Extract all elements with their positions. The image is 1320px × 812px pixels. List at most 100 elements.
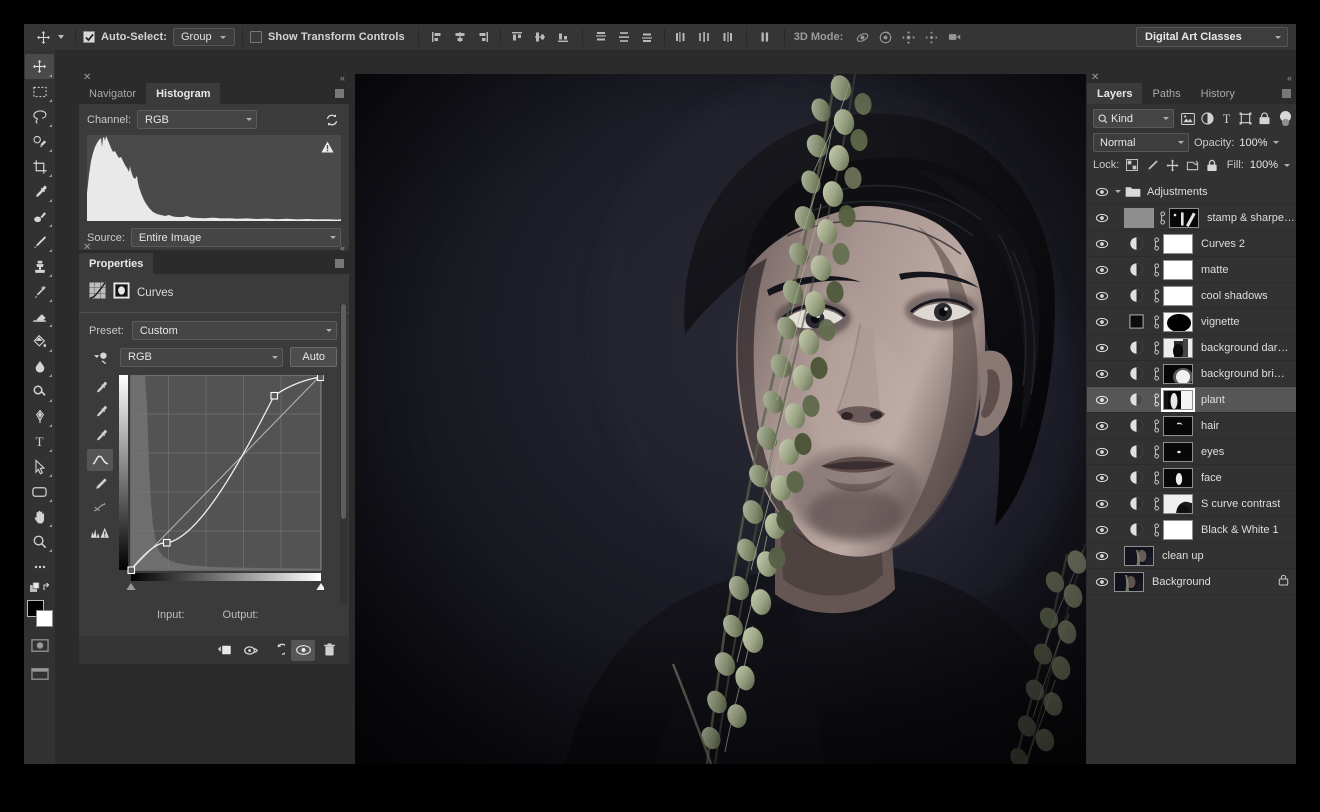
layer-visibility-toggle[interactable]	[1092, 239, 1112, 249]
workspace-dropdown[interactable]: Digital Art Classes	[1136, 27, 1288, 47]
align-horizontal-centers-icon[interactable]	[449, 26, 472, 48]
layer-row-face[interactable]: face	[1087, 465, 1296, 491]
layer-row-s-curve-contrast[interactable]: S curve contrast	[1087, 491, 1296, 517]
gray-point-eyedropper-icon[interactable]	[87, 401, 113, 423]
quick-mask-mode-button[interactable]	[25, 633, 54, 658]
layer-thumbnail[interactable]	[1124, 546, 1154, 566]
fill-chevron-icon[interactable]	[1284, 164, 1290, 167]
lock-position-icon[interactable]	[1165, 158, 1179, 172]
layer-row-hair[interactable]: hair	[1087, 413, 1296, 439]
distribute-right-edges-icon[interactable]	[716, 26, 739, 48]
layer-mask-thumbnail[interactable]	[1163, 234, 1193, 254]
distribute-vertical-centers-icon[interactable]	[613, 26, 636, 48]
curves-graph-svg[interactable]	[119, 375, 324, 590]
lasso-tool[interactable]	[25, 104, 54, 129]
tab-properties[interactable]: Properties	[79, 253, 153, 274]
link-layers-icon[interactable]	[1154, 211, 1169, 225]
curve-channel-dropdown[interactable]: RGB	[120, 348, 283, 367]
layer-mask-thumbnail[interactable]	[1163, 312, 1193, 332]
orbit-3d-icon[interactable]	[851, 26, 874, 48]
distribute-left-edges-icon[interactable]	[670, 26, 693, 48]
collapse-icon[interactable]: ‹‹	[340, 243, 344, 253]
link-layers-icon[interactable]	[1148, 367, 1163, 381]
curves-graph[interactable]	[119, 375, 324, 595]
align-top-edges-icon[interactable]	[506, 26, 529, 48]
type-filter-icon[interactable]: T	[1218, 110, 1235, 128]
adjustment-layer-icon[interactable]	[1124, 366, 1148, 381]
show-transform-checkbox[interactable]	[250, 31, 262, 43]
fill-value[interactable]: 100%	[1250, 159, 1278, 171]
close-icon[interactable]: ✕	[83, 243, 91, 253]
layer-mask-thumbnail[interactable]	[1163, 520, 1193, 540]
opacity-chevron-icon[interactable]	[1273, 141, 1279, 144]
solid-color-layer-icon[interactable]	[1124, 314, 1148, 329]
layer-row-eyes[interactable]: eyes	[1087, 439, 1296, 465]
link-layers-icon[interactable]	[1148, 471, 1163, 485]
layer-visibility-toggle[interactable]	[1092, 577, 1112, 587]
layer-row-cool-shadows[interactable]: cool shadows	[1087, 283, 1296, 309]
adjustment-layer-icon[interactable]	[1124, 496, 1148, 511]
layer-mask-thumbnail[interactable]	[1163, 286, 1193, 306]
crop-tool[interactable]	[25, 154, 54, 179]
adjustment-filter-icon[interactable]	[1199, 110, 1216, 128]
link-layers-icon[interactable]	[1148, 419, 1163, 433]
pan-3d-icon[interactable]	[897, 26, 920, 48]
layer-mask-thumbnail[interactable]	[1163, 338, 1193, 358]
source-dropdown[interactable]: Entire Image	[131, 228, 341, 247]
adjustment-layer-icon[interactable]	[1124, 288, 1148, 303]
reset-adjustment-icon[interactable]	[265, 640, 289, 661]
layer-visibility-toggle[interactable]	[1092, 213, 1112, 223]
adjustment-layer-icon[interactable]	[1124, 470, 1148, 485]
default-colors-swap-icons[interactable]	[25, 579, 54, 597]
adjustment-layer-icon[interactable]	[1124, 444, 1148, 459]
layer-mask-thumbnail[interactable]	[1163, 442, 1193, 462]
background-color-swatch[interactable]	[36, 610, 53, 627]
hand-tool[interactable]	[25, 504, 54, 529]
properties-scrollbar[interactable]	[340, 304, 347, 604]
adjustment-layer-icon[interactable]	[1124, 522, 1148, 537]
layer-visibility-toggle[interactable]	[1092, 343, 1112, 353]
blur-tool[interactable]	[25, 354, 54, 379]
rectangular-marquee-tool[interactable]	[25, 79, 54, 104]
link-layers-icon[interactable]	[1148, 237, 1163, 251]
link-layers-icon[interactable]	[1148, 315, 1163, 329]
layer-row-matte[interactable]: matte	[1087, 257, 1296, 283]
adjustment-layer-icon[interactable]	[1124, 418, 1148, 433]
collapse-icon[interactable]: ‹‹	[340, 73, 344, 83]
screen-mode-button[interactable]	[25, 661, 54, 686]
opacity-value[interactable]: 100%	[1239, 137, 1267, 149]
adjustment-layer-icon[interactable]	[1124, 392, 1148, 407]
layer-mask-thumbnail[interactable]	[1169, 208, 1199, 228]
panel-menu-icon[interactable]	[335, 89, 344, 98]
layer-mask-thumbnail[interactable]	[1163, 494, 1193, 514]
path-selection-tool[interactable]	[25, 454, 54, 479]
delete-adjustment-icon[interactable]	[317, 640, 341, 661]
link-layers-icon[interactable]	[1148, 445, 1163, 459]
edit-toolbar-button[interactable]	[25, 554, 54, 579]
link-layers-icon[interactable]	[1148, 523, 1163, 537]
clip-to-layer-icon[interactable]	[213, 640, 237, 661]
tab-layers[interactable]: Layers	[1087, 83, 1142, 104]
channel-dropdown[interactable]: RGB	[137, 110, 257, 129]
layer-row-background[interactable]: Background	[1087, 569, 1296, 595]
shape-filter-icon[interactable]	[1237, 110, 1254, 128]
layer-visibility-toggle[interactable]	[1092, 395, 1112, 405]
history-brush-tool[interactable]	[25, 279, 54, 304]
adjustment-layer-icon[interactable]	[1124, 262, 1148, 277]
layer-row-background-dark[interactable]: background dar…	[1087, 335, 1296, 361]
layer-visibility-toggle[interactable]	[1092, 473, 1112, 483]
layer-visibility-toggle[interactable]	[1092, 447, 1112, 457]
tab-history[interactable]: History	[1191, 83, 1245, 104]
close-icon[interactable]: ✕	[1091, 73, 1099, 83]
align-right-edges-icon[interactable]	[472, 26, 495, 48]
lock-artboard-nesting-icon[interactable]	[1185, 158, 1199, 172]
link-layers-icon[interactable]	[1148, 289, 1163, 303]
tab-navigator[interactable]: Navigator	[79, 83, 146, 104]
distribute-bottom-edges-icon[interactable]	[636, 26, 659, 48]
quick-selection-tool[interactable]	[25, 129, 54, 154]
smart-object-filter-icon[interactable]	[1256, 110, 1273, 128]
view-previous-state-icon[interactable]	[239, 640, 263, 661]
layer-row-plant[interactable]: plant	[1087, 387, 1296, 413]
panel-menu-icon[interactable]	[335, 259, 344, 268]
align-left-edges-icon[interactable]	[426, 26, 449, 48]
